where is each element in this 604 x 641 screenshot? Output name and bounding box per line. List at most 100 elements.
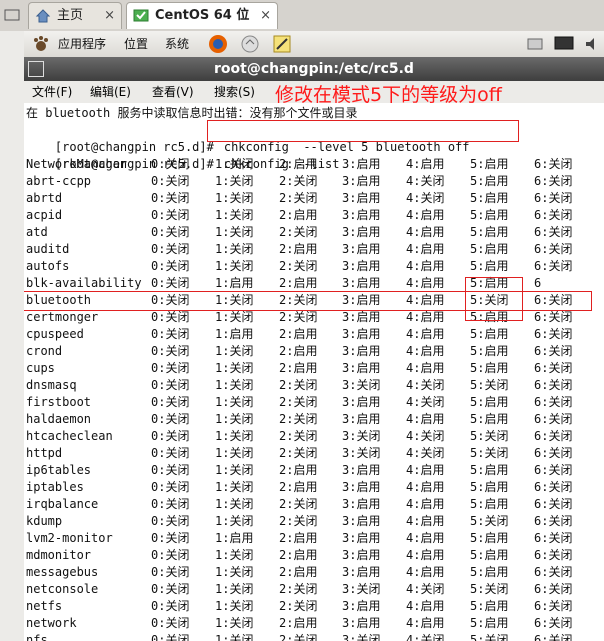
tabbar-left-icon [4, 7, 20, 23]
runlevel-5: 5:启用 [470, 565, 509, 579]
runlevel-4: 4:启用 [406, 310, 445, 324]
runlevel-6: 6:关闭 [534, 616, 573, 630]
menu-view[interactable]: 查看(V) [152, 81, 194, 103]
runlevel-6: 6:关闭 [534, 225, 573, 239]
menu-system[interactable]: 系统 [165, 31, 189, 57]
runlevel-6: 6:关闭 [534, 582, 573, 596]
menu-applications[interactable]: 应用程序 [58, 31, 106, 57]
firefox-icon[interactable] [208, 34, 228, 54]
service-row: httpd 0:关闭 1:关闭 2:关闭 3:关闭 4:关闭 5:关闭 6:关闭 [24, 445, 604, 462]
service-row: network 0:关闭 1:关闭 2:启用 3:启用 4:启用 5:启用 6:关闭 [24, 615, 604, 632]
runlevel-5: 5:启用 [470, 327, 509, 341]
runlevel-1: 1:关闭 [215, 310, 254, 324]
home-icon [35, 8, 51, 24]
service-name: certmonger [26, 310, 99, 324]
runlevel-6: 6:关闭 [534, 446, 573, 460]
runlevel-4: 4:启用 [406, 208, 445, 222]
runlevel-0: 0:关闭 [151, 616, 190, 630]
service-name: kdump [26, 514, 63, 528]
runlevel-0: 0:关闭 [151, 599, 190, 613]
runlevel-0: 0:关闭 [151, 259, 190, 273]
runlevel-3: 3:启用 [342, 276, 381, 290]
menu-edit[interactable]: 编辑(E) [90, 81, 131, 103]
annotation-text: 修改在模式5下的等级为off [275, 84, 502, 106]
menu-places[interactable]: 位置 [124, 31, 148, 57]
menu-file[interactable]: 文件(F) [32, 81, 72, 103]
service-row: lvm2-monitor 0:关闭 1:启用 2:启用 3:启用 4:启用 5:启用 6:关闭 [24, 530, 604, 547]
runlevel-5: 5:启用 [470, 599, 509, 613]
service-row: firstboot 0:关闭 1:关闭 2:关闭 3:启用 4:关闭 5:启用 6:关闭 [24, 394, 604, 411]
runlevel-1: 1:关闭 [215, 429, 254, 443]
tab-centos[interactable]: CentOS 64 位 × [126, 2, 278, 29]
gnome-foot-icon [32, 35, 50, 53]
runlevel-3: 3:启用 [342, 310, 381, 324]
menu-search[interactable]: 搜索(S) [214, 81, 255, 103]
runlevel-6: 6:关闭 [534, 514, 573, 528]
tab-home[interactable]: 主页 × [28, 2, 122, 29]
runlevel-5: 5:启用 [470, 191, 509, 205]
runlevel-4: 4:启用 [406, 480, 445, 494]
runlevel-2: 2:启用 [279, 344, 318, 358]
runlevel-3: 3:启用 [342, 208, 381, 222]
runlevel-2: 2:启用 [279, 327, 318, 341]
terminal-title: root@changpin:/etc/rc5.d [214, 61, 414, 77]
runlevel-2: 2:关闭 [279, 259, 318, 273]
runlevel-2: 2:启用 [279, 157, 318, 171]
runlevel-1: 1:关闭 [215, 344, 254, 358]
runlevel-5: 5:启用 [470, 259, 509, 273]
runlevel-1: 1:关闭 [215, 242, 254, 256]
runlevel-2: 2:启用 [279, 361, 318, 375]
runlevel-0: 0:关闭 [151, 412, 190, 426]
runlevel-0: 0:关闭 [151, 429, 190, 443]
service-row: kdump 0:关闭 1:关闭 2:关闭 3:启用 4:启用 5:关闭 6:关闭 [24, 513, 604, 530]
note-icon[interactable] [272, 34, 292, 54]
runlevel-2: 2:启用 [279, 565, 318, 579]
runlevel-5: 5:启用 [470, 208, 509, 222]
runlevel-2: 2:启用 [279, 531, 318, 545]
runlevel-3: 3:启用 [342, 242, 381, 256]
runlevel-4: 4:关闭 [406, 633, 445, 641]
runlevel-4: 4:启用 [406, 565, 445, 579]
runlevel-3: 3:启用 [342, 157, 381, 171]
runlevel-5: 5:关闭 [470, 378, 509, 392]
runlevel-1: 1:关闭 [215, 480, 254, 494]
runlevel-3: 3:启用 [342, 599, 381, 613]
service-name: iptables [26, 480, 84, 494]
service-name: autofs [26, 259, 70, 273]
display-icon[interactable] [554, 35, 574, 53]
terminal-output[interactable]: 在 bluetooth 服务中读取信息时出错：没有那个文件或目录 [root@c… [24, 103, 604, 641]
runlevel-5: 5:启用 [470, 395, 509, 409]
runlevel-6: 6:关闭 [534, 242, 573, 256]
runlevel-3: 3:启用 [342, 531, 381, 545]
runlevel-0: 0:关闭 [151, 514, 190, 528]
runlevel-3: 3:启用 [342, 565, 381, 579]
runlevel-5: 5:关闭 [470, 429, 509, 443]
close-icon[interactable]: × [260, 3, 271, 29]
runlevel-6: 6:关闭 [534, 548, 573, 562]
runlevel-6: 6:关闭 [534, 633, 573, 641]
runlevel-2: 2:关闭 [279, 412, 318, 426]
runlevel-2: 2:启用 [279, 242, 318, 256]
tab-home-label: 主页 [57, 8, 84, 23]
runlevel-1: 1:启用 [215, 276, 254, 290]
runlevel-3: 3:启用 [342, 548, 381, 562]
volume-icon[interactable] [584, 36, 602, 52]
mail-icon[interactable] [240, 34, 260, 54]
runlevel-1: 1:关闭 [215, 616, 254, 630]
runlevel-0: 0:关闭 [151, 276, 190, 290]
close-icon[interactable]: × [104, 3, 115, 29]
runlevel-3: 3:启用 [342, 514, 381, 528]
network-icon[interactable] [526, 35, 546, 53]
runlevel-1: 1:关闭 [215, 208, 254, 222]
runlevel-4: 4:启用 [406, 514, 445, 528]
runlevel-5: 5:启用 [470, 531, 509, 545]
runlevel-6: 6:关闭 [534, 310, 573, 324]
runlevel-4: 4:启用 [406, 344, 445, 358]
vm-running-icon [133, 8, 149, 24]
runlevel-0: 0:关闭 [151, 327, 190, 341]
runlevel-3: 3:关闭 [342, 582, 381, 596]
runlevel-5: 5:启用 [470, 242, 509, 256]
runlevel-4: 4:关闭 [406, 191, 445, 205]
runlevel-0: 0:关闭 [151, 446, 190, 460]
runlevel-2: 2:关闭 [279, 497, 318, 511]
